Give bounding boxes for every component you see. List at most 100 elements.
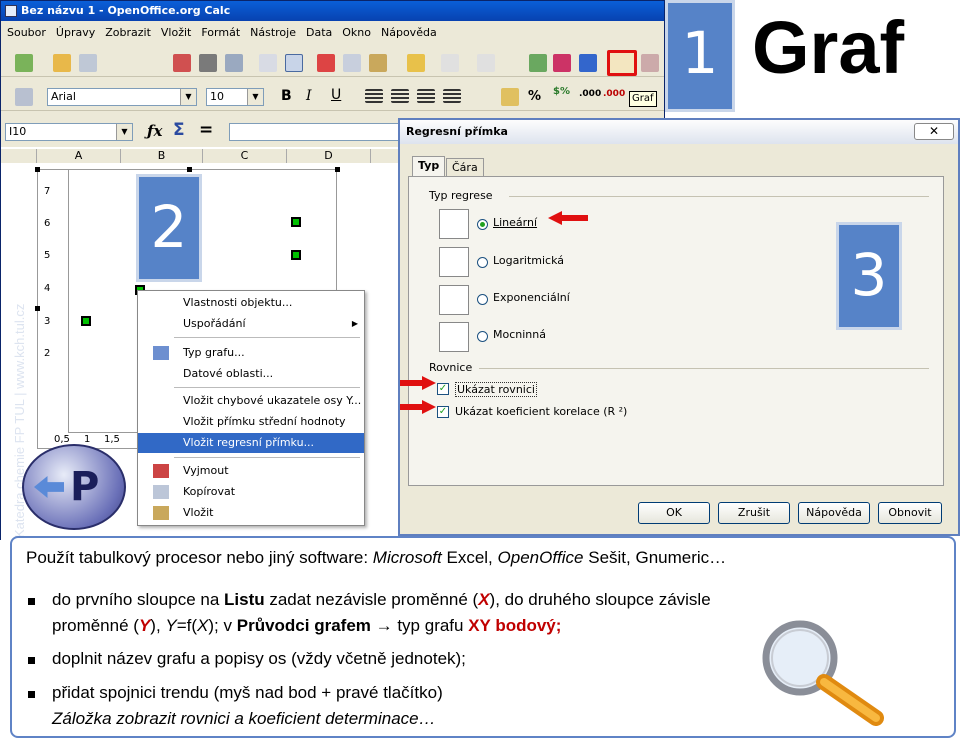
menu-item-data-ranges[interactable]: Datové oblasti... [138,364,364,384]
label-exponential[interactable]: Exponenciální [493,291,570,304]
label-show-r2[interactable]: Ukázat koeficient korelace (R ²) [455,405,627,418]
italic-icon[interactable]: I [306,88,312,104]
selection-handle[interactable] [35,306,40,311]
save-icon[interactable] [79,54,97,72]
menu-item-insert-y-error-bars[interactable]: Vložit chybové ukazatele osy Y... [138,391,364,411]
justify-icon[interactable] [443,89,461,103]
autospell-icon[interactable] [285,54,303,72]
cut-icon[interactable] [317,54,335,72]
font-size-combo[interactable]: 10 ▼ [206,88,264,106]
name-box[interactable]: I10 ▼ [5,123,133,141]
menu-item-insert-trend-line[interactable]: Vložit regresní přímku... [138,433,364,453]
add-decimal-icon[interactable]: .000 [579,89,601,99]
equals-icon[interactable]: = [199,120,213,140]
function-wizard-icon[interactable]: ƒx [147,122,162,140]
label-linear[interactable]: Lineární [493,216,537,229]
undo-icon[interactable] [441,54,459,72]
checkbox-show-r2[interactable]: ✓ [437,406,449,418]
corner-cell[interactable] [1,149,37,163]
label-power[interactable]: Mocninná [493,328,546,341]
hyperlink-icon[interactable] [529,54,547,72]
cancel-button[interactable]: Zrušit [718,502,790,524]
close-button[interactable]: ✕ [914,123,954,140]
bold-icon[interactable]: B [281,88,292,104]
chevron-down-icon[interactable]: ▼ [116,124,132,140]
submenu-arrow-icon: ▶ [351,319,358,328]
menu-data[interactable]: Data [306,23,332,43]
radio-exponential[interactable] [477,294,488,305]
menu-item-cut[interactable]: Vyjmout [138,461,364,481]
checkbox-show-equation[interactable]: ✓ [437,383,449,395]
chevron-down-icon[interactable]: ▼ [247,89,263,105]
paste-icon[interactable] [369,54,387,72]
menu-item-copy[interactable]: Kopírovat [138,482,364,502]
column-header-d[interactable]: D [287,149,371,163]
menu-item-chart-type[interactable]: Typ grafu... [138,343,364,363]
menu-format[interactable]: Formát [201,23,240,43]
spellcheck-icon[interactable] [259,54,277,72]
tab-line[interactable]: Čára [446,158,484,178]
radio-logarithmic[interactable] [477,257,488,268]
menu-help[interactable]: Nápověda [381,23,437,43]
menu-item-arrange[interactable]: Uspořádání ▶ [138,314,364,334]
draw-icon[interactable] [641,54,659,72]
ok-button[interactable]: OK [638,502,710,524]
y-tick-label: 4 [44,283,51,294]
column-header-e[interactable] [371,149,399,163]
currency-icon[interactable]: $% [553,86,570,97]
align-right-icon[interactable] [417,89,435,103]
data-point[interactable] [81,316,91,326]
tab-type[interactable]: Typ [412,156,446,176]
label-show-equation[interactable]: Ukázat rovnici [455,382,537,397]
merge-cells-icon[interactable] [501,88,519,106]
sort-asc-icon[interactable] [553,54,571,72]
menu-item-object-properties[interactable]: Vlastnosti objektu... [138,293,364,313]
print-icon[interactable] [199,54,217,72]
selection-handle[interactable] [35,167,40,172]
format-brush-icon[interactable] [407,54,425,72]
chevron-down-icon[interactable]: ▼ [180,89,196,105]
menu-item-insert-mean-line[interactable]: Vložit přímku střední hodnoty [138,412,364,432]
column-header-a[interactable]: A [37,149,121,163]
delete-decimal-icon[interactable]: .000 [603,89,625,99]
menu-item-paste[interactable]: Vložit [138,503,364,523]
radio-power[interactable] [477,331,488,342]
radio-linear[interactable] [477,219,488,230]
export-pdf-icon[interactable] [173,54,191,72]
page-preview-icon[interactable] [225,54,243,72]
underline-icon[interactable]: U [331,87,341,103]
window-titlebar: Bez názvu 1 - OpenOffice.org Calc [1,1,664,21]
styles-icon[interactable] [15,88,33,106]
align-left-icon[interactable] [365,89,383,103]
reset-button[interactable]: Obnovit [878,502,942,524]
column-header-b[interactable]: B [121,149,203,163]
font-name-combo[interactable]: Arial ▼ [47,88,197,106]
column-header-c[interactable]: C [203,149,287,163]
menu-item-label: Datové oblasti... [183,367,274,380]
help-button[interactable]: Nápověda [798,502,870,524]
menu-insert[interactable]: Vložit [161,23,191,43]
chart-icon[interactable] [607,50,637,76]
align-center-icon[interactable] [391,89,409,103]
data-point[interactable] [291,217,301,227]
menu-edit[interactable]: Úpravy [56,23,95,43]
sum-icon[interactable]: Σ [173,120,185,140]
menu-file[interactable]: Soubor [7,23,46,43]
label-logarithmic[interactable]: Logaritmická [493,254,564,267]
redo-icon[interactable] [477,54,495,72]
formula-input[interactable] [229,123,401,141]
data-point[interactable] [291,250,301,260]
selection-handle[interactable] [335,167,340,172]
menu-window[interactable]: Okno [342,23,371,43]
copy-icon [153,485,169,499]
linear-preview-icon [439,209,469,239]
y-tick-label: 7 [44,186,51,197]
percent-icon[interactable]: % [528,89,541,104]
selection-handle[interactable] [187,167,192,172]
open-icon[interactable] [53,54,71,72]
menu-tools[interactable]: Nástroje [250,23,296,43]
new-doc-icon[interactable] [15,54,33,72]
menu-view[interactable]: Zobrazit [105,23,151,43]
sort-desc-icon[interactable] [579,54,597,72]
copy-icon[interactable] [343,54,361,72]
